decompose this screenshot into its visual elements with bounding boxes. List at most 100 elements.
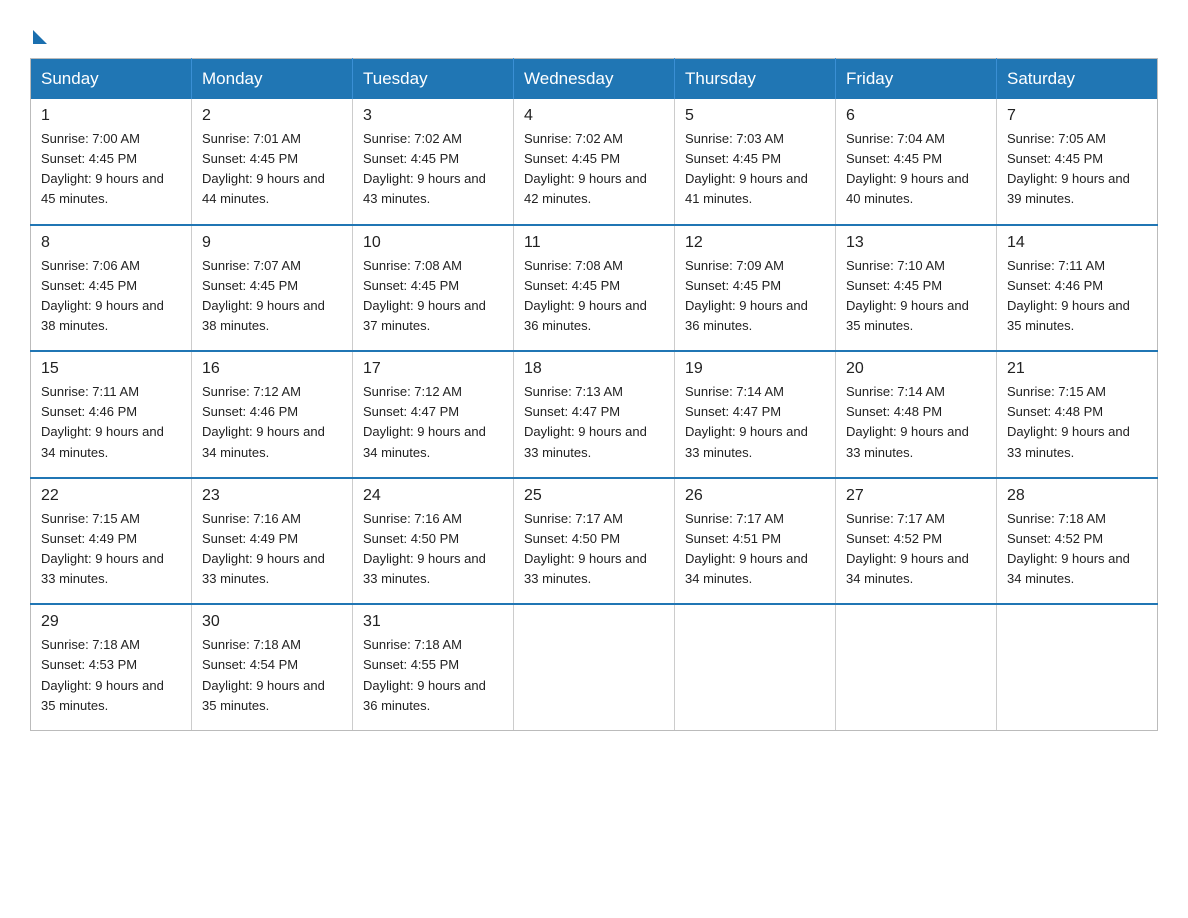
day-number: 21 — [1007, 360, 1147, 378]
day-info: Sunrise: 7:16 AM Sunset: 4:50 PM Dayligh… — [363, 509, 503, 590]
day-info: Sunrise: 7:15 AM Sunset: 4:49 PM Dayligh… — [41, 509, 181, 590]
logo — [30, 26, 47, 40]
day-info: Sunrise: 7:13 AM Sunset: 4:47 PM Dayligh… — [524, 382, 664, 463]
day-info: Sunrise: 7:08 AM Sunset: 4:45 PM Dayligh… — [363, 256, 503, 337]
day-info: Sunrise: 7:18 AM Sunset: 4:55 PM Dayligh… — [363, 635, 503, 716]
day-info: Sunrise: 7:04 AM Sunset: 4:45 PM Dayligh… — [846, 129, 986, 210]
day-number: 17 — [363, 360, 503, 378]
day-number: 28 — [1007, 487, 1147, 505]
day-info: Sunrise: 7:00 AM Sunset: 4:45 PM Dayligh… — [41, 129, 181, 210]
day-info: Sunrise: 7:02 AM Sunset: 4:45 PM Dayligh… — [363, 129, 503, 210]
calendar-cell: 10 Sunrise: 7:08 AM Sunset: 4:45 PM Dayl… — [353, 225, 514, 352]
day-number: 25 — [524, 487, 664, 505]
day-info: Sunrise: 7:12 AM Sunset: 4:47 PM Dayligh… — [363, 382, 503, 463]
day-number: 13 — [846, 234, 986, 252]
calendar-cell: 12 Sunrise: 7:09 AM Sunset: 4:45 PM Dayl… — [675, 225, 836, 352]
calendar-cell: 2 Sunrise: 7:01 AM Sunset: 4:45 PM Dayli… — [192, 99, 353, 225]
day-info: Sunrise: 7:07 AM Sunset: 4:45 PM Dayligh… — [202, 256, 342, 337]
calendar-week-row: 22 Sunrise: 7:15 AM Sunset: 4:49 PM Dayl… — [31, 478, 1158, 605]
day-number: 5 — [685, 107, 825, 125]
day-number: 20 — [846, 360, 986, 378]
calendar-week-row: 1 Sunrise: 7:00 AM Sunset: 4:45 PM Dayli… — [31, 99, 1158, 225]
day-info: Sunrise: 7:06 AM Sunset: 4:45 PM Dayligh… — [41, 256, 181, 337]
calendar-cell: 28 Sunrise: 7:18 AM Sunset: 4:52 PM Dayl… — [997, 478, 1158, 605]
day-of-week-header: Sunday — [31, 59, 192, 100]
day-number: 12 — [685, 234, 825, 252]
calendar-cell: 6 Sunrise: 7:04 AM Sunset: 4:45 PM Dayli… — [836, 99, 997, 225]
day-number: 31 — [363, 613, 503, 631]
calendar-cell: 15 Sunrise: 7:11 AM Sunset: 4:46 PM Dayl… — [31, 351, 192, 478]
calendar-cell — [675, 604, 836, 730]
day-info: Sunrise: 7:10 AM Sunset: 4:45 PM Dayligh… — [846, 256, 986, 337]
day-info: Sunrise: 7:17 AM Sunset: 4:51 PM Dayligh… — [685, 509, 825, 590]
calendar-cell: 31 Sunrise: 7:18 AM Sunset: 4:55 PM Dayl… — [353, 604, 514, 730]
day-info: Sunrise: 7:11 AM Sunset: 4:46 PM Dayligh… — [41, 382, 181, 463]
day-number: 19 — [685, 360, 825, 378]
day-info: Sunrise: 7:02 AM Sunset: 4:45 PM Dayligh… — [524, 129, 664, 210]
day-number: 2 — [202, 107, 342, 125]
day-info: Sunrise: 7:17 AM Sunset: 4:50 PM Dayligh… — [524, 509, 664, 590]
day-of-week-header: Friday — [836, 59, 997, 100]
day-of-week-header: Wednesday — [514, 59, 675, 100]
calendar-cell: 21 Sunrise: 7:15 AM Sunset: 4:48 PM Dayl… — [997, 351, 1158, 478]
day-info: Sunrise: 7:11 AM Sunset: 4:46 PM Dayligh… — [1007, 256, 1147, 337]
calendar-cell: 20 Sunrise: 7:14 AM Sunset: 4:48 PM Dayl… — [836, 351, 997, 478]
day-info: Sunrise: 7:17 AM Sunset: 4:52 PM Dayligh… — [846, 509, 986, 590]
day-number: 18 — [524, 360, 664, 378]
day-number: 6 — [846, 107, 986, 125]
calendar-cell — [836, 604, 997, 730]
calendar-week-row: 29 Sunrise: 7:18 AM Sunset: 4:53 PM Dayl… — [31, 604, 1158, 730]
calendar-cell — [514, 604, 675, 730]
calendar-week-row: 15 Sunrise: 7:11 AM Sunset: 4:46 PM Dayl… — [31, 351, 1158, 478]
calendar-cell: 24 Sunrise: 7:16 AM Sunset: 4:50 PM Dayl… — [353, 478, 514, 605]
day-info: Sunrise: 7:12 AM Sunset: 4:46 PM Dayligh… — [202, 382, 342, 463]
day-number: 15 — [41, 360, 181, 378]
day-info: Sunrise: 7:14 AM Sunset: 4:47 PM Dayligh… — [685, 382, 825, 463]
day-of-week-header: Tuesday — [353, 59, 514, 100]
day-number: 8 — [41, 234, 181, 252]
calendar-cell: 9 Sunrise: 7:07 AM Sunset: 4:45 PM Dayli… — [192, 225, 353, 352]
calendar-cell: 3 Sunrise: 7:02 AM Sunset: 4:45 PM Dayli… — [353, 99, 514, 225]
day-info: Sunrise: 7:05 AM Sunset: 4:45 PM Dayligh… — [1007, 129, 1147, 210]
calendar-header-row: SundayMondayTuesdayWednesdayThursdayFrid… — [31, 59, 1158, 100]
calendar-cell: 26 Sunrise: 7:17 AM Sunset: 4:51 PM Dayl… — [675, 478, 836, 605]
calendar-cell: 14 Sunrise: 7:11 AM Sunset: 4:46 PM Dayl… — [997, 225, 1158, 352]
calendar-cell: 29 Sunrise: 7:18 AM Sunset: 4:53 PM Dayl… — [31, 604, 192, 730]
day-number: 26 — [685, 487, 825, 505]
day-number: 1 — [41, 107, 181, 125]
day-number: 10 — [363, 234, 503, 252]
day-number: 9 — [202, 234, 342, 252]
day-info: Sunrise: 7:08 AM Sunset: 4:45 PM Dayligh… — [524, 256, 664, 337]
calendar-cell: 7 Sunrise: 7:05 AM Sunset: 4:45 PM Dayli… — [997, 99, 1158, 225]
day-of-week-header: Thursday — [675, 59, 836, 100]
logo-arrow-icon — [33, 30, 47, 44]
calendar-cell: 16 Sunrise: 7:12 AM Sunset: 4:46 PM Dayl… — [192, 351, 353, 478]
day-number: 14 — [1007, 234, 1147, 252]
day-number: 3 — [363, 107, 503, 125]
calendar-table: SundayMondayTuesdayWednesdayThursdayFrid… — [30, 58, 1158, 731]
day-number: 24 — [363, 487, 503, 505]
day-number: 16 — [202, 360, 342, 378]
day-info: Sunrise: 7:18 AM Sunset: 4:54 PM Dayligh… — [202, 635, 342, 716]
calendar-cell: 19 Sunrise: 7:14 AM Sunset: 4:47 PM Dayl… — [675, 351, 836, 478]
calendar-cell: 13 Sunrise: 7:10 AM Sunset: 4:45 PM Dayl… — [836, 225, 997, 352]
day-of-week-header: Saturday — [997, 59, 1158, 100]
day-info: Sunrise: 7:16 AM Sunset: 4:49 PM Dayligh… — [202, 509, 342, 590]
page-header — [30, 20, 1158, 40]
calendar-cell: 8 Sunrise: 7:06 AM Sunset: 4:45 PM Dayli… — [31, 225, 192, 352]
day-number: 27 — [846, 487, 986, 505]
day-info: Sunrise: 7:01 AM Sunset: 4:45 PM Dayligh… — [202, 129, 342, 210]
calendar-week-row: 8 Sunrise: 7:06 AM Sunset: 4:45 PM Dayli… — [31, 225, 1158, 352]
calendar-cell: 18 Sunrise: 7:13 AM Sunset: 4:47 PM Dayl… — [514, 351, 675, 478]
day-number: 22 — [41, 487, 181, 505]
calendar-cell: 4 Sunrise: 7:02 AM Sunset: 4:45 PM Dayli… — [514, 99, 675, 225]
calendar-cell: 25 Sunrise: 7:17 AM Sunset: 4:50 PM Dayl… — [514, 478, 675, 605]
day-number: 4 — [524, 107, 664, 125]
calendar-cell: 27 Sunrise: 7:17 AM Sunset: 4:52 PM Dayl… — [836, 478, 997, 605]
calendar-cell: 5 Sunrise: 7:03 AM Sunset: 4:45 PM Dayli… — [675, 99, 836, 225]
day-of-week-header: Monday — [192, 59, 353, 100]
day-number: 29 — [41, 613, 181, 631]
calendar-cell: 30 Sunrise: 7:18 AM Sunset: 4:54 PM Dayl… — [192, 604, 353, 730]
day-number: 7 — [1007, 107, 1147, 125]
day-info: Sunrise: 7:09 AM Sunset: 4:45 PM Dayligh… — [685, 256, 825, 337]
